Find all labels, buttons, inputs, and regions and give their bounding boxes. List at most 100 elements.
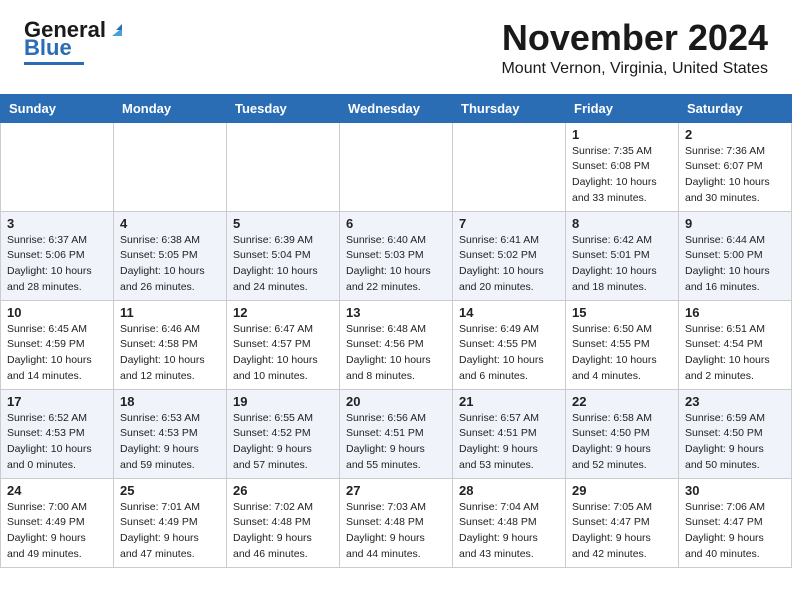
day-number: 3 <box>7 216 107 231</box>
calendar-cell <box>1 122 114 211</box>
day-number: 29 <box>572 483 672 498</box>
calendar-cell: 16 Sunrise: 6:51 AMSunset: 4:54 PMDayligh… <box>679 300 792 389</box>
day-number: 5 <box>233 216 333 231</box>
calendar-week-row: 24Sunrise: 7:00 AMSunset: 4:49 PMDayligh… <box>1 478 792 567</box>
title-block: November 2024 Mount Vernon, Virginia, Un… <box>501 18 768 78</box>
day-info: Sunrise: 6:47 AMSunset: 4:57 PMDaylight:… <box>233 322 333 385</box>
day-number: 26 <box>233 483 333 498</box>
calendar-cell: 17Sunrise: 6:52 AMSunset: 4:53 PMDayligh… <box>1 389 114 478</box>
location-title: Mount Vernon, Virginia, United States <box>501 60 768 78</box>
calendar-cell: 18 Sunrise: 6:53 AMSunset: 4:53 PMDayligh… <box>114 389 227 478</box>
day-info: Sunrise: 7:06 AMSunset: 4:47 PMDaylight:… <box>685 500 785 563</box>
col-header-saturday: Saturday <box>679 94 792 122</box>
calendar-cell: 26Sunrise: 7:02 AMSunset: 4:48 PMDayligh… <box>227 478 340 567</box>
col-header-monday: Monday <box>114 94 227 122</box>
day-number: 1 <box>572 127 672 142</box>
calendar-cell: 7 Sunrise: 6:41 AMSunset: 5:02 PMDaylight… <box>453 211 566 300</box>
calendar-cell: 24Sunrise: 7:00 AMSunset: 4:49 PMDayligh… <box>1 478 114 567</box>
day-number: 22 <box>572 394 672 409</box>
calendar-table: SundayMondayTuesdayWednesdayThursdayFrid… <box>0 94 792 568</box>
day-info: Sunrise: 7:00 AMSunset: 4:49 PMDaylight:… <box>7 500 107 563</box>
page-header: General Blue November 2024 Mount Vernon,… <box>0 0 792 86</box>
calendar-cell: 27 Sunrise: 7:03 AMSunset: 4:48 PMDayligh… <box>340 478 453 567</box>
day-info: Sunrise: 6:53 AMSunset: 4:53 PMDaylight:… <box>120 411 220 474</box>
day-number: 2 <box>685 127 785 142</box>
calendar-cell: 12 Sunrise: 6:47 AMSunset: 4:57 PMDayligh… <box>227 300 340 389</box>
calendar-cell <box>227 122 340 211</box>
logo: General Blue <box>24 18 126 65</box>
calendar-week-row: 10 Sunrise: 6:45 AMSunset: 4:59 PMDayligh… <box>1 300 792 389</box>
day-info: Sunrise: 7:03 AMSunset: 4:48 PMDaylight:… <box>346 500 446 563</box>
calendar-cell: 14 Sunrise: 6:49 AMSunset: 4:55 PMDayligh… <box>453 300 566 389</box>
calendar-header-row: SundayMondayTuesdayWednesdayThursdayFrid… <box>1 94 792 122</box>
col-header-thursday: Thursday <box>453 94 566 122</box>
day-info: Sunrise: 6:37 AMSunset: 5:06 PMDaylight:… <box>7 233 107 296</box>
calendar-cell <box>453 122 566 211</box>
day-number: 17 <box>7 394 107 409</box>
calendar-week-row: 1Sunrise: 7:35 AMSunset: 6:08 PMDaylight… <box>1 122 792 211</box>
day-info: Sunrise: 6:41 AMSunset: 5:02 PMDaylight:… <box>459 233 559 296</box>
day-number: 7 <box>459 216 559 231</box>
day-info: Sunrise: 7:04 AMSunset: 4:48 PMDaylight:… <box>459 500 559 563</box>
col-header-friday: Friday <box>566 94 679 122</box>
calendar-cell: 4 Sunrise: 6:38 AMSunset: 5:05 PMDaylight… <box>114 211 227 300</box>
day-number: 21 <box>459 394 559 409</box>
calendar-cell: 13 Sunrise: 6:48 AMSunset: 4:56 PMDayligh… <box>340 300 453 389</box>
calendar-week-row: 3 Sunrise: 6:37 AMSunset: 5:06 PMDaylight… <box>1 211 792 300</box>
day-info: Sunrise: 7:05 AMSunset: 4:47 PMDaylight:… <box>572 500 672 563</box>
day-number: 12 <box>233 305 333 320</box>
day-info: Sunrise: 6:39 AMSunset: 5:04 PMDaylight:… <box>233 233 333 296</box>
day-number: 4 <box>120 216 220 231</box>
calendar-cell: 3 Sunrise: 6:37 AMSunset: 5:06 PMDaylight… <box>1 211 114 300</box>
month-title: November 2024 <box>501 18 768 58</box>
calendar-cell: 25 Sunrise: 7:01 AMSunset: 4:49 PMDayligh… <box>114 478 227 567</box>
calendar-cell: 19 Sunrise: 6:55 AMSunset: 4:52 PMDayligh… <box>227 389 340 478</box>
day-number: 14 <box>459 305 559 320</box>
day-number: 28 <box>459 483 559 498</box>
calendar-cell <box>114 122 227 211</box>
calendar-cell: 28 Sunrise: 7:04 AMSunset: 4:48 PMDayligh… <box>453 478 566 567</box>
day-info: Sunrise: 6:48 AMSunset: 4:56 PMDaylight:… <box>346 322 446 385</box>
day-number: 13 <box>346 305 446 320</box>
day-number: 10 <box>7 305 107 320</box>
logo-blue-text: Blue <box>24 35 72 60</box>
day-number: 25 <box>120 483 220 498</box>
day-info: Sunrise: 6:38 AMSunset: 5:05 PMDaylight:… <box>120 233 220 296</box>
col-header-sunday: Sunday <box>1 94 114 122</box>
calendar-cell: 23Sunrise: 6:59 AMSunset: 4:50 PMDayligh… <box>679 389 792 478</box>
day-info: Sunrise: 7:36 AMSunset: 6:07 PMDaylight:… <box>685 144 785 207</box>
calendar-cell: 29 Sunrise: 7:05 AMSunset: 4:47 PMDayligh… <box>566 478 679 567</box>
calendar-cell: 5 Sunrise: 6:39 AMSunset: 5:04 PMDaylight… <box>227 211 340 300</box>
calendar-cell: 8Sunrise: 6:42 AMSunset: 5:01 PMDaylight… <box>566 211 679 300</box>
day-info: Sunrise: 6:57 AMSunset: 4:51 PMDaylight:… <box>459 411 559 474</box>
day-number: 19 <box>233 394 333 409</box>
day-number: 9 <box>685 216 785 231</box>
day-number: 27 <box>346 483 446 498</box>
day-number: 18 <box>120 394 220 409</box>
day-number: 16 <box>685 305 785 320</box>
calendar-cell: 1Sunrise: 7:35 AMSunset: 6:08 PMDaylight… <box>566 122 679 211</box>
day-number: 6 <box>346 216 446 231</box>
calendar-cell: 11 Sunrise: 6:46 AMSunset: 4:58 PMDayligh… <box>114 300 227 389</box>
calendar-cell: 9 Sunrise: 6:44 AMSunset: 5:00 PMDaylight… <box>679 211 792 300</box>
day-info: Sunrise: 6:40 AMSunset: 5:03 PMDaylight:… <box>346 233 446 296</box>
day-info: Sunrise: 6:46 AMSunset: 4:58 PMDaylight:… <box>120 322 220 385</box>
day-number: 23 <box>685 394 785 409</box>
day-number: 30 <box>685 483 785 498</box>
calendar-cell: 22 Sunrise: 6:58 AMSunset: 4:50 PMDayligh… <box>566 389 679 478</box>
day-info: Sunrise: 6:55 AMSunset: 4:52 PMDaylight:… <box>233 411 333 474</box>
day-info: Sunrise: 6:50 AMSunset: 4:55 PMDaylight:… <box>572 322 672 385</box>
logo-icon <box>107 20 125 38</box>
day-info: Sunrise: 6:44 AMSunset: 5:00 PMDaylight:… <box>685 233 785 296</box>
day-number: 11 <box>120 305 220 320</box>
day-info: Sunrise: 7:01 AMSunset: 4:49 PMDaylight:… <box>120 500 220 563</box>
day-info: Sunrise: 6:49 AMSunset: 4:55 PMDaylight:… <box>459 322 559 385</box>
day-info: Sunrise: 6:58 AMSunset: 4:50 PMDaylight:… <box>572 411 672 474</box>
day-info: Sunrise: 6:51 AMSunset: 4:54 PMDaylight:… <box>685 322 785 385</box>
day-number: 15 <box>572 305 672 320</box>
calendar-cell <box>340 122 453 211</box>
day-number: 20 <box>346 394 446 409</box>
calendar-cell: 20Sunrise: 6:56 AMSunset: 4:51 PMDayligh… <box>340 389 453 478</box>
day-info: Sunrise: 6:45 AMSunset: 4:59 PMDaylight:… <box>7 322 107 385</box>
col-header-wednesday: Wednesday <box>340 94 453 122</box>
